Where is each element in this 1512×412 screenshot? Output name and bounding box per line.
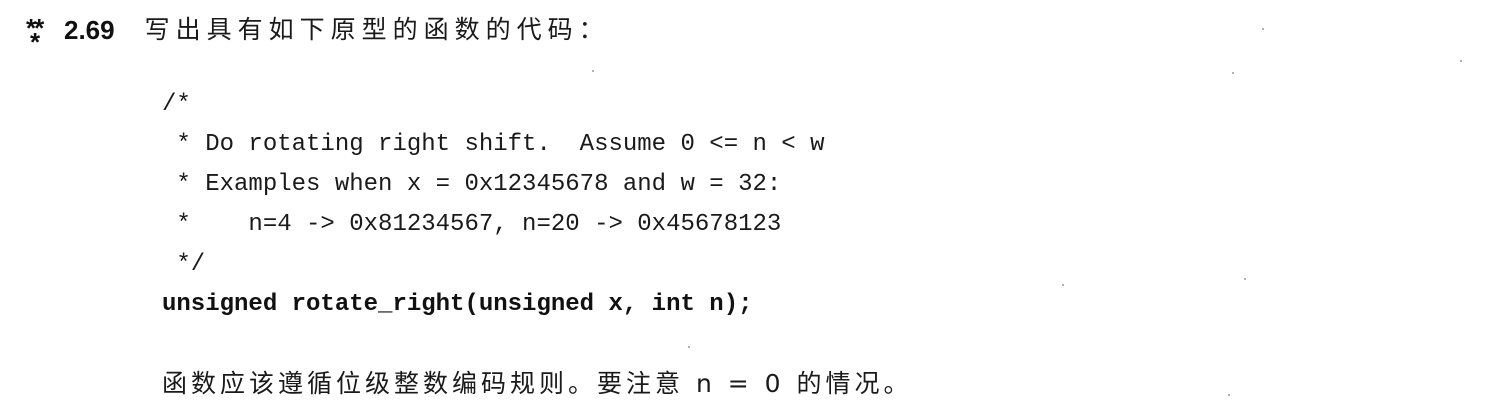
scan-speck bbox=[1232, 72, 1234, 74]
scan-speck bbox=[1262, 28, 1264, 30]
difficulty-stars: ** * bbox=[26, 13, 52, 55]
problem-number: 2.69 bbox=[64, 15, 115, 45]
textbook-page: ** * 2.69 写出具有如下原型的函数的代码： /* * Do rotati… bbox=[0, 0, 1512, 412]
problem-header: ** * 2.69 写出具有如下原型的函数的代码： bbox=[26, 10, 610, 55]
scan-speck bbox=[592, 70, 594, 72]
code-comment-line: * Examples when x = 0x12345678 and w = 3… bbox=[162, 171, 782, 198]
problem-note: 函数应该遵循位级整数编码规则。要注意 n = 0 的情况。 bbox=[162, 369, 913, 398]
scan-speck bbox=[1460, 60, 1462, 62]
code-comment-line: * n=4 -> 0x81234567, n=20 -> 0x45678123 bbox=[162, 211, 782, 238]
scan-speck bbox=[688, 346, 690, 348]
code-comment-line: * Do rotating right shift. Assume 0 <= n… bbox=[162, 131, 825, 158]
function-signature: unsigned rotate_right(unsigned x, int n)… bbox=[162, 291, 753, 318]
code-comment-line: /* bbox=[162, 91, 191, 118]
scan-speck bbox=[1228, 394, 1230, 396]
code-block: /* * Do rotating right shift. Assume 0 <… bbox=[162, 85, 825, 325]
problem-title: 写出具有如下原型的函数的代码： bbox=[144, 15, 610, 44]
difficulty-star-bottom: * bbox=[30, 27, 41, 57]
code-comment-line: */ bbox=[162, 251, 206, 278]
scan-speck bbox=[1062, 284, 1064, 286]
scan-speck bbox=[1244, 278, 1246, 280]
